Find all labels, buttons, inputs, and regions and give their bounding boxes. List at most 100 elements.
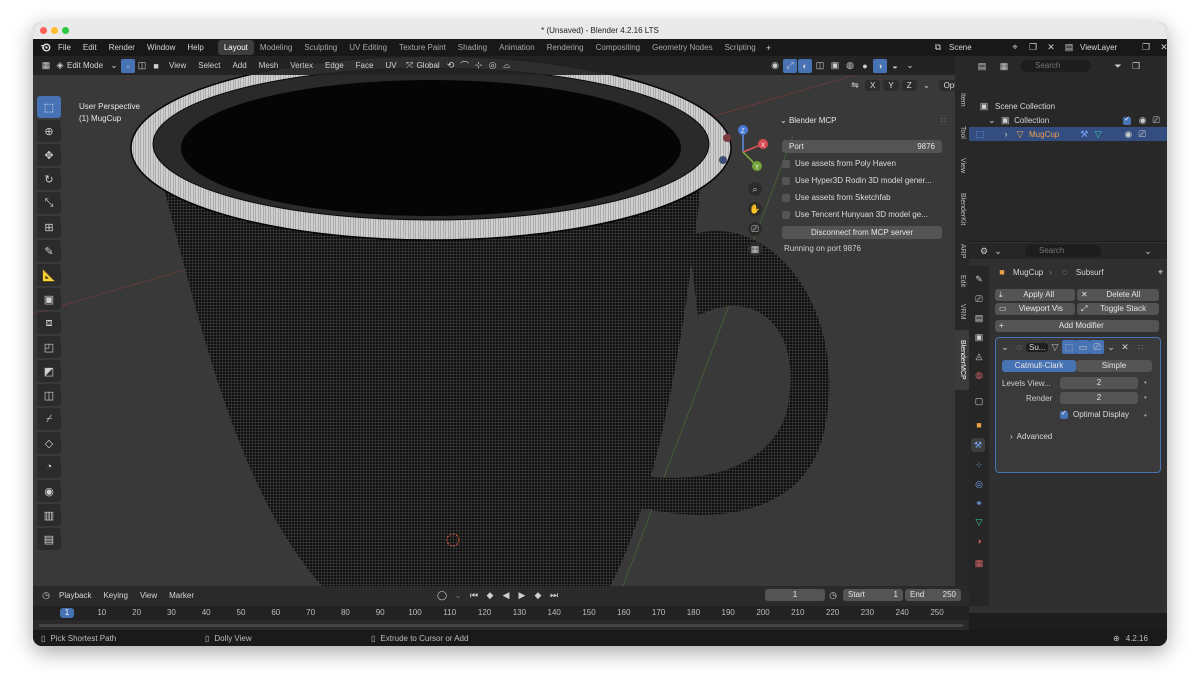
menu-view[interactable]: View (163, 57, 192, 74)
pin-icon[interactable]: ⌖ (1008, 41, 1022, 55)
menu-edge[interactable]: Edge (319, 57, 350, 74)
menu-edit[interactable]: Edit (77, 39, 103, 56)
include-checkbox[interactable] (1123, 115, 1131, 125)
tab-sculpting[interactable]: Sculpting (298, 40, 343, 55)
shading-options-icon[interactable]: ⌄ (903, 59, 917, 73)
keying-set-icon[interactable]: ⌄ (451, 588, 465, 602)
options-button[interactable]: Options (938, 79, 955, 91)
navigation-gizmo[interactable]: Z X Y (713, 122, 773, 182)
rendered-shading-icon[interactable]: ◒ (888, 59, 902, 73)
play-reverse-icon[interactable]: ◀ (499, 588, 513, 602)
editor-type-icon[interactable]: ▦ (39, 59, 53, 73)
vertex-select-icon[interactable]: ▫ (121, 58, 136, 73)
prev-keyframe-icon[interactable]: ◆ (483, 588, 497, 602)
keyframe-dot-icon[interactable]: • (1144, 411, 1147, 420)
select-box-tool[interactable]: ⬚ (37, 96, 61, 118)
keyframe-dot-icon[interactable]: • (1144, 393, 1147, 402)
display-mode-icon[interactable]: ▦ (997, 59, 1011, 73)
disconnect-button[interactable]: Disconnect from MCP server (782, 226, 942, 239)
add-cube-tool[interactable]: ▣ (37, 288, 61, 310)
new-view-layer-icon[interactable]: ❐ (1139, 41, 1153, 55)
blender-logo-icon[interactable] (38, 41, 52, 55)
proportional-edit-icon[interactable]: ◎ (486, 59, 500, 73)
bevel-tool[interactable]: ◩ (37, 360, 61, 382)
camera-icon[interactable]: ⎚ (748, 222, 762, 236)
material-shading-icon[interactable]: ◑ (873, 58, 887, 73)
current-frame-marker[interactable]: 1 (60, 608, 74, 618)
smooth-tool[interactable]: ◉ (37, 480, 61, 502)
hyper3d-checkbox[interactable]: Use Hyper3D Rodin 3D model gener... (782, 176, 932, 185)
advanced-subpanel[interactable]: › Advanced (1010, 430, 1052, 442)
xray-icon[interactable]: ▣ (828, 59, 842, 73)
render-camera-icon[interactable]: ⎚ (1135, 127, 1149, 141)
outliner-search-input[interactable]: Search (1021, 60, 1091, 72)
tab-animation[interactable]: Animation (493, 40, 541, 55)
modifier-properties-icon[interactable]: ⚒ (971, 438, 985, 452)
clock-icon[interactable]: ◷ (826, 588, 840, 602)
levels-viewport-field[interactable]: 2 (1060, 377, 1138, 389)
loop-cut-tool[interactable]: ◫ (37, 384, 61, 406)
mirror-icon[interactable]: ⇋ (848, 78, 862, 92)
jump-end-icon[interactable]: ⏭ (547, 588, 561, 602)
hunyuan-checkbox[interactable]: Use Tencent Hunyuan 3D model ge... (782, 210, 928, 219)
timeline-scrollbar[interactable] (39, 624, 963, 627)
axis-z-toggle[interactable]: Z (901, 79, 917, 91)
pin-icon[interactable]: ⌖ (1154, 265, 1168, 279)
tab-rendering[interactable]: Rendering (541, 40, 590, 55)
axis-x-toggle[interactable]: X (865, 79, 881, 91)
tab-scripting[interactable]: Scripting (719, 40, 762, 55)
zoom-icon[interactable]: ⌕ (748, 182, 762, 196)
new-scene-icon[interactable]: ❐ (1026, 41, 1040, 55)
view-layer-name[interactable]: ViewLayer (1080, 43, 1135, 52)
close-window-button[interactable] (40, 27, 47, 34)
auto-keying-icon[interactable]: ◯ (435, 588, 449, 602)
rotate-tool[interactable]: ↻ (37, 168, 61, 190)
tab-compositing[interactable]: Compositing (590, 40, 646, 55)
menu-marker[interactable]: Marker (163, 587, 200, 604)
current-frame-field[interactable]: 1 (765, 589, 825, 601)
menu-vertex[interactable]: Vertex (284, 57, 319, 74)
mcp-panel-header[interactable]: ⌄ Blender MCP ∷ (778, 114, 946, 128)
properties-search-input[interactable]: Search (1025, 245, 1101, 257)
mugcup-row[interactable]: ⬚ › ▽ MugCup ⚒ ▽ ◉ ⎚ (969, 127, 1167, 141)
edge-slide-tool[interactable]: ▥ (37, 504, 61, 526)
mode-selector[interactable]: Edit Mode (67, 61, 103, 70)
zoom-window-button[interactable] (62, 27, 69, 34)
chevron-right-icon[interactable]: › (999, 127, 1013, 141)
menu-keying[interactable]: Keying (97, 587, 133, 604)
menu-playback[interactable]: Playback (53, 587, 97, 604)
drag-handle-icon[interactable]: ∷ (1138, 343, 1143, 352)
drag-handle-icon[interactable]: ∷ (941, 114, 946, 128)
menu-file[interactable]: File (52, 39, 77, 56)
measure-tool[interactable]: 📐 (37, 264, 61, 286)
menu-timeline-view[interactable]: View (134, 587, 163, 604)
pivot-icon[interactable]: ⟲ (444, 59, 458, 73)
tab-layout[interactable]: Layout (217, 40, 254, 55)
snap-target-icon[interactable]: ⊹ (472, 59, 486, 73)
menu-face[interactable]: Face (350, 57, 380, 74)
chevron-down-icon[interactable]: ⌄ (998, 340, 1012, 354)
tool-properties-icon[interactable]: ✎ (972, 272, 986, 286)
menu-add[interactable]: Add (226, 57, 252, 74)
mesh-data-icon[interactable]: ▽ (1091, 127, 1105, 141)
scene-name[interactable]: Scene (949, 43, 1004, 52)
end-frame-field[interactable]: End 250 (905, 589, 961, 601)
eye-icon[interactable]: ◉ (1136, 114, 1150, 128)
render-camera-icon[interactable]: ⎚ (1149, 114, 1163, 128)
frame-ruler[interactable]: 1 10 20 30 40 50 60 70 80 90 100 110 120 130 140 150 160… (33, 606, 969, 620)
tab-texture-paint[interactable]: Texture Paint (393, 40, 452, 55)
world-properties-icon[interactable]: ◍ (972, 368, 986, 382)
start-frame-field[interactable]: Start 1 (843, 589, 903, 601)
knife-tool[interactable]: ⌿ (37, 408, 61, 430)
add-modifier-button[interactable]: + Add Modifier (995, 320, 1159, 332)
menu-mesh[interactable]: Mesh (253, 57, 285, 74)
constraints-icon[interactable]: ⚭ (972, 496, 986, 510)
axis-y-toggle[interactable]: Y (883, 79, 899, 91)
poly-haven-checkbox[interactable]: Use assets from Poly Haven (782, 159, 896, 168)
jump-start-icon[interactable]: ⏮ (467, 588, 481, 602)
3d-viewport[interactable]: ▦ ◈ Edit Mode ⌄ ▫ ◫ ■ View Select Add Me… (33, 56, 955, 586)
add-workspace-icon[interactable]: + (762, 41, 776, 55)
edge-select-icon[interactable]: ◫ (135, 59, 149, 73)
tab-uv-editing[interactable]: UV Editing (343, 40, 393, 55)
on-cage-toggle-icon[interactable]: ⬚ (1062, 340, 1076, 354)
